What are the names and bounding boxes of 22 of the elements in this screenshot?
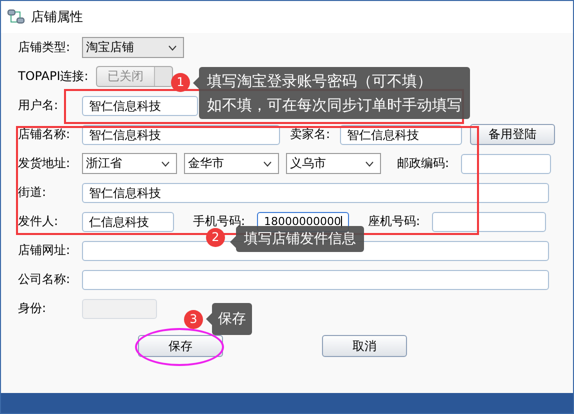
tooltip-text: 填写店铺发件信息 <box>244 230 356 249</box>
field-label: 发件人: <box>18 213 60 230</box>
field-label: 公司名称: <box>18 271 72 288</box>
tooltip-text: 填写淘宝登录账号密码（可不填） <box>207 71 433 92</box>
tooltip-text: 保存 <box>218 310 246 329</box>
field-label: 街道: <box>18 184 48 201</box>
tooltip-text: 如不填，可在每次同步订单时手动填写 <box>207 95 462 116</box>
field-label: 邮政编码: <box>397 155 450 172</box>
step-badge: 3 <box>184 310 203 329</box>
field-label: TOPAPI连接: <box>18 68 90 85</box>
field-label: 卖家名: <box>290 126 332 143</box>
field-label: 用户名: <box>18 97 60 114</box>
field-label: 店铺名称: <box>18 126 72 143</box>
field-label: 手机号码: <box>193 213 246 230</box>
step-badge: 1 <box>171 73 190 92</box>
field-label: 座机号码: <box>368 213 422 230</box>
window-title: 店铺属性 <box>31 9 83 26</box>
step-badge: 2 <box>206 228 225 247</box>
field-label: 店铺类型: <box>18 39 72 56</box>
field-label: 店铺网址: <box>18 242 72 259</box>
field-label: 身份: <box>18 300 48 317</box>
field-label: 发货地址: <box>18 155 72 172</box>
